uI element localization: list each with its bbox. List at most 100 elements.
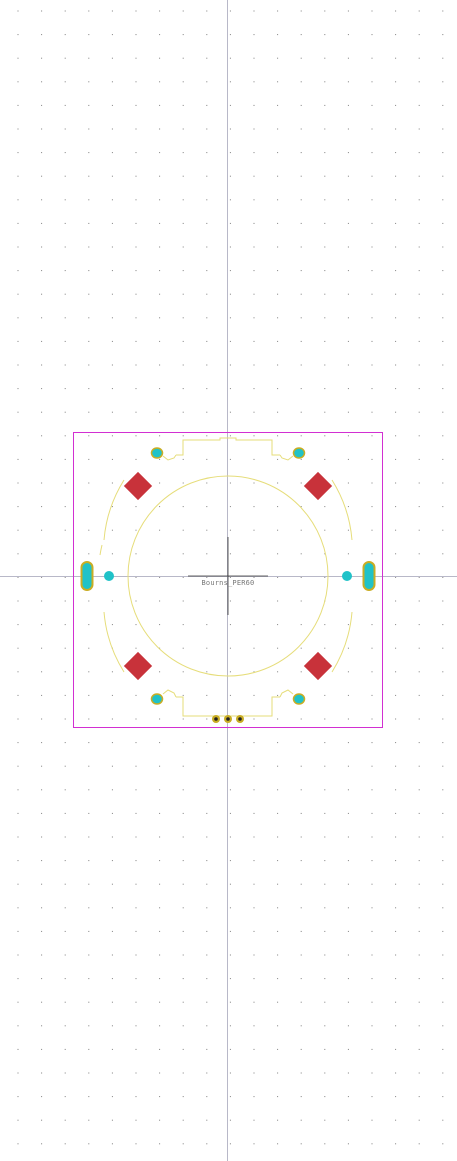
grid-dot	[324, 1048, 326, 1050]
grid-dot	[324, 34, 326, 36]
grid-dot	[111, 222, 113, 224]
grid-dot	[253, 152, 255, 154]
grid-dot	[395, 883, 397, 885]
grid-dot	[418, 270, 420, 272]
grid-dot	[88, 482, 90, 484]
grid-dot	[159, 1001, 161, 1003]
grid-dot	[347, 482, 349, 484]
grid-dot	[253, 529, 255, 531]
grid-dot	[111, 317, 113, 319]
grid-dot	[347, 624, 349, 626]
grid-dot	[347, 270, 349, 272]
grid-dot	[182, 1048, 184, 1050]
grid-dot	[41, 647, 43, 649]
corner-pad-top-left[interactable]	[150, 447, 164, 459]
corner-pad-top-right[interactable]	[292, 447, 306, 459]
grid-dot	[111, 742, 113, 744]
grid-dot	[229, 1001, 231, 1003]
grid-dot	[17, 671, 19, 673]
mount-pad-right[interactable]	[362, 561, 376, 591]
grid-dot	[395, 340, 397, 342]
smd-pad-top-right[interactable]	[303, 471, 333, 501]
grid-dot	[182, 34, 184, 36]
grid-dot	[371, 246, 373, 248]
grid-dot	[206, 34, 208, 36]
tht-pad-right[interactable]	[342, 571, 352, 581]
grid-dot	[277, 907, 279, 909]
pcb-footprint-canvas[interactable]: Bourns_PER60	[0, 0, 457, 1161]
grid-dot	[371, 340, 373, 342]
grid-dot	[324, 128, 326, 130]
grid-dot	[442, 222, 444, 224]
grid-dot	[371, 199, 373, 201]
grid-dot	[229, 765, 231, 767]
grid-dot	[442, 1001, 444, 1003]
grid-dot	[418, 576, 420, 578]
tht-pad-left[interactable]	[104, 571, 114, 581]
grid-dot	[418, 954, 420, 956]
grid-dot	[64, 930, 66, 932]
mount-pad-left[interactable]	[80, 561, 94, 591]
pin-1[interactable]	[212, 715, 220, 723]
grid-dot	[182, 812, 184, 814]
corner-pad-bottom-left[interactable]	[150, 693, 164, 705]
pin-2[interactable]	[224, 715, 232, 723]
grid-dot	[41, 1096, 43, 1098]
grid-dot	[206, 482, 208, 484]
grid-dot	[324, 506, 326, 508]
smd-pad-bottom-left[interactable]	[123, 651, 153, 681]
grid-dot	[347, 199, 349, 201]
grid-dot	[206, 1143, 208, 1145]
grid-dot	[88, 671, 90, 673]
grid-dot	[442, 1096, 444, 1098]
grid-dot	[135, 199, 137, 201]
grid-dot	[277, 930, 279, 932]
grid-dot	[41, 907, 43, 909]
grid-dot	[135, 293, 137, 295]
grid-dot	[135, 954, 137, 956]
grid-dot	[41, 978, 43, 980]
grid-dot	[442, 317, 444, 319]
grid-dot	[206, 364, 208, 366]
grid-dot	[135, 576, 137, 578]
grid-dot	[64, 435, 66, 437]
grid-dot	[324, 293, 326, 295]
grid-dot	[324, 57, 326, 59]
smd-pad-top-left[interactable]	[123, 471, 153, 501]
grid-dot	[182, 128, 184, 130]
grid-dot	[111, 340, 113, 342]
grid-dot	[111, 128, 113, 130]
grid-dot	[300, 742, 302, 744]
grid-dot	[418, 458, 420, 460]
pin-3[interactable]	[236, 715, 244, 723]
grid-dot	[159, 152, 161, 154]
grid-dot	[418, 10, 420, 12]
grid-dot	[324, 270, 326, 272]
grid-dot	[159, 1072, 161, 1074]
grid-dot	[300, 104, 302, 106]
grid-dot	[17, 81, 19, 83]
grid-dot	[206, 506, 208, 508]
grid-dot	[229, 694, 231, 696]
smd-pad-bottom-right[interactable]	[303, 651, 333, 681]
grid-dot	[418, 789, 420, 791]
grid-dot	[206, 270, 208, 272]
grid-dot	[88, 600, 90, 602]
grid-dot	[300, 553, 302, 555]
grid-dot	[159, 364, 161, 366]
grid-dot	[277, 742, 279, 744]
grid-dot	[17, 1048, 19, 1050]
corner-pad-bottom-right[interactable]	[292, 693, 306, 705]
grid-dot	[41, 1025, 43, 1027]
grid-dot	[418, 694, 420, 696]
grid-dot	[88, 34, 90, 36]
grid-dot	[300, 836, 302, 838]
grid-dot	[88, 128, 90, 130]
grid-dot	[88, 553, 90, 555]
footprint-reference-label[interactable]: Bourns_PER60	[202, 579, 255, 587]
grid-dot	[300, 10, 302, 12]
grid-dot	[17, 458, 19, 460]
grid-dot	[111, 458, 113, 460]
grid-dot	[253, 270, 255, 272]
grid-dot	[111, 978, 113, 980]
